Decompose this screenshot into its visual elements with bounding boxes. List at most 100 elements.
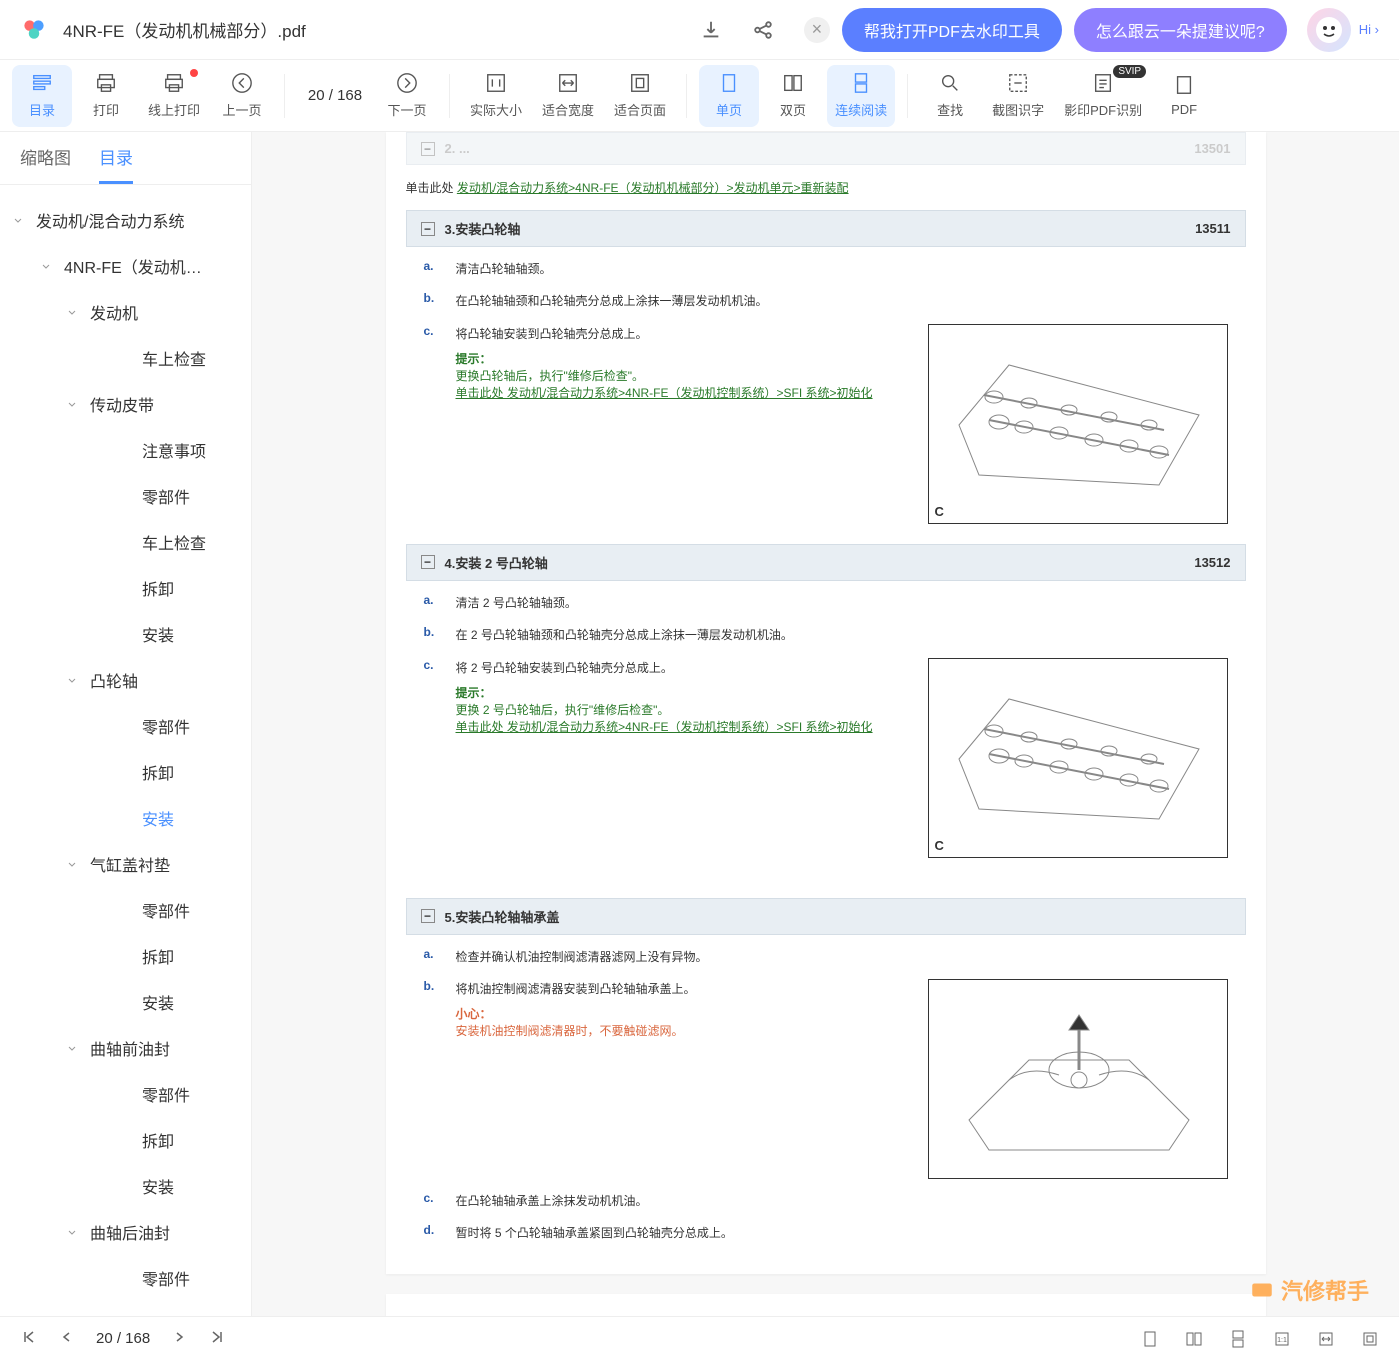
outline-item[interactable]: 4NR-FE（发动机…: [0, 243, 251, 289]
outline-item[interactable]: 安装: [0, 611, 251, 657]
breadcrumb-link[interactable]: 发动机/混合动力系统>4NR-FE（发动机机械部分）>发动机单元>重新装配: [457, 181, 849, 195]
toolbar-截图识字[interactable]: 截图识字: [984, 65, 1052, 127]
diagram-image: [928, 979, 1228, 1179]
outline-item[interactable]: 零部件: [0, 473, 251, 519]
outline-item[interactable]: 发动机: [0, 289, 251, 335]
toolbar-上一页[interactable]: 上一页: [212, 65, 272, 127]
download-icon[interactable]: [700, 19, 722, 41]
step-letter: b.: [424, 979, 440, 1179]
toolbar-单页[interactable]: 单页: [699, 65, 759, 127]
sidebar-tabs: 缩略图目录: [0, 132, 251, 185]
collapse-icon[interactable]: −: [421, 222, 435, 236]
collapse-icon[interactable]: −: [421, 142, 435, 156]
feedback-button[interactable]: 怎么跟云一朵提建议呢?: [1074, 8, 1287, 52]
toolbar-线上打印[interactable]: 线上打印: [140, 65, 208, 127]
outline-item[interactable]: 零部件: [0, 1255, 251, 1301]
warning-label: 小心：: [456, 1005, 912, 1022]
outline-item[interactable]: 拆卸: [0, 749, 251, 795]
step-row: a. 清洁 2 号凸轮轴轴颈。: [406, 581, 1246, 613]
outline-item[interactable]: 气缸盖衬垫: [0, 841, 251, 887]
outline-item[interactable]: 注意事项: [0, 427, 251, 473]
diagram-image: C: [928, 324, 1228, 524]
step-letter: c.: [424, 658, 440, 858]
outline-item[interactable]: 安装: [0, 979, 251, 1025]
outline-item[interactable]: 拆卸: [0, 1117, 251, 1163]
share-icon[interactable]: [752, 19, 774, 41]
title-bar: 4NR-FE（发动机机械部分）.pdf × 帮我打开PDF去水印工具 怎么跟云一…: [0, 0, 1399, 60]
collapse-icon[interactable]: −: [421, 909, 435, 923]
actual-size-icon[interactable]: 1:1: [1273, 1330, 1291, 1348]
chevron-down-icon: [12, 214, 24, 226]
last-page-button[interactable]: [208, 1330, 226, 1347]
sidebar-tab-目录[interactable]: 目录: [99, 144, 133, 184]
outline-item[interactable]: 车上检查: [0, 335, 251, 381]
watermark: 汽修帮手: [1249, 1274, 1369, 1306]
toolbar-打印[interactable]: 打印: [76, 65, 136, 127]
assistant-avatar-icon[interactable]: [1307, 8, 1351, 52]
section-number: 13501: [1194, 141, 1230, 156]
step-row: b.将机油控制阀滤清器安装到凸轮轴轴承盖上。小心：安装机油控制阀滤清器时，不要触…: [406, 967, 1246, 1179]
step-text: 在凸轮轴轴颈和凸轮轴壳分总成上涂抹一薄层发动机机油。: [456, 291, 1228, 311]
toolbar-下一页[interactable]: 下一页: [377, 65, 437, 127]
section-header: − 2. ... 13501: [406, 132, 1246, 165]
step-letter: a.: [424, 593, 440, 613]
outline-item[interactable]: 拆卸: [0, 933, 251, 979]
continuous-icon[interactable]: [1229, 1330, 1247, 1348]
step-text: 清洁 2 号凸轮轴轴颈。: [456, 593, 1228, 613]
document-viewport[interactable]: − 2. ... 13501 单击此处 发动机/混合动力系统>4NR-FE（发动…: [252, 132, 1399, 1316]
chevron-down-icon: [66, 398, 78, 410]
section-header: −4.安装 2 号凸轮轴13512: [406, 544, 1246, 581]
page-indicator: 20 / 168: [308, 87, 362, 104]
step-letter: b.: [424, 291, 440, 311]
prev-page-button[interactable]: [58, 1331, 76, 1346]
step-letter: a.: [424, 947, 440, 967]
fit-width-icon[interactable]: [1317, 1330, 1335, 1348]
toolbar-适合宽度[interactable]: 适合宽度: [534, 65, 602, 127]
first-page-button[interactable]: [20, 1330, 38, 1347]
toolbar-page[interactable]: 20 / 168: [297, 87, 373, 104]
chevron-down-icon: [40, 260, 52, 272]
outline-item[interactable]: 曲轴前油封: [0, 1025, 251, 1071]
toolbar-影印PDF识别[interactable]: 影印PDF识别SVIP: [1056, 65, 1150, 127]
hint-link[interactable]: 单击此处 发动机/混合动力系统>4NR-FE（发动机控制系统）>SFI 系统>初…: [456, 720, 873, 734]
outline-item[interactable]: 安装: [0, 795, 251, 841]
chevron-down-icon: [66, 674, 78, 686]
toolbar-查找[interactable]: 查找: [920, 65, 980, 127]
toolbar-适合页面[interactable]: 适合页面: [606, 65, 674, 127]
toolbar: 目录打印线上打印上一页 20 / 168 下一页实际大小适合宽度适合页面单页双页连续…: [0, 60, 1399, 132]
chevron-down-icon: [66, 1042, 78, 1054]
outline-item[interactable]: 零部件: [0, 887, 251, 933]
two-page-icon[interactable]: [1185, 1330, 1203, 1348]
step-letter: b.: [424, 625, 440, 645]
outline-item[interactable]: 凸轮轴: [0, 657, 251, 703]
outline-item[interactable]: 零部件: [0, 703, 251, 749]
toolbar-目录[interactable]: 目录: [12, 65, 72, 127]
toolbar-双页[interactable]: 双页: [763, 65, 823, 127]
close-icon[interactable]: ×: [804, 17, 830, 43]
toolbar-实际大小[interactable]: 实际大小: [462, 65, 530, 127]
sidebar-tab-缩略图[interactable]: 缩略图: [20, 144, 71, 184]
outline-item[interactable]: 发动机/混合动力系统: [0, 197, 251, 243]
collapse-icon[interactable]: −: [421, 555, 435, 569]
outline-item[interactable]: 车上检查: [0, 519, 251, 565]
hint-link[interactable]: 单击此处 发动机/混合动力系统>4NR-FE（发动机控制系统）>SFI 系统>初…: [456, 386, 873, 400]
link-prefix: 单击此处: [406, 181, 457, 195]
toolbar-PDF[interactable]: PDF: [1154, 65, 1214, 127]
sidebar: 缩略图目录 发动机/混合动力系统4NR-FE（发动机…发动机车上检查传动皮带注意…: [0, 132, 252, 1316]
watermark-tool-button[interactable]: 帮我打开PDF去水印工具: [842, 8, 1062, 52]
outline-item[interactable]: 曲轴后油封: [0, 1209, 251, 1255]
step-text: 将机油控制阀滤清器安装到凸轮轴轴承盖上。: [456, 979, 912, 999]
step-row: a.清洁凸轮轴轴颈。: [406, 247, 1246, 279]
toolbar-连续阅读[interactable]: 连续阅读: [827, 65, 895, 127]
single-page-icon[interactable]: [1141, 1330, 1159, 1348]
section-header: −3.安装凸轮轴13511: [406, 210, 1246, 247]
hint-link-row: 单击此处 发动机/混合动力系统>4NR-FE（发动机控制系统）>SFI 系统>初…: [456, 384, 912, 401]
step-text: 将 2 号凸轮轴安装到凸轮轴壳分总成上。: [456, 658, 912, 678]
step-text: 将凸轮轴安装到凸轮轴壳分总成上。: [456, 324, 912, 344]
outline-item[interactable]: 零部件: [0, 1071, 251, 1117]
outline-item[interactable]: 安装: [0, 1163, 251, 1209]
fit-page-icon[interactable]: [1361, 1330, 1379, 1348]
outline-item[interactable]: 拆卸: [0, 565, 251, 611]
outline-item[interactable]: 传动皮带: [0, 381, 251, 427]
next-page-button[interactable]: [170, 1331, 188, 1346]
